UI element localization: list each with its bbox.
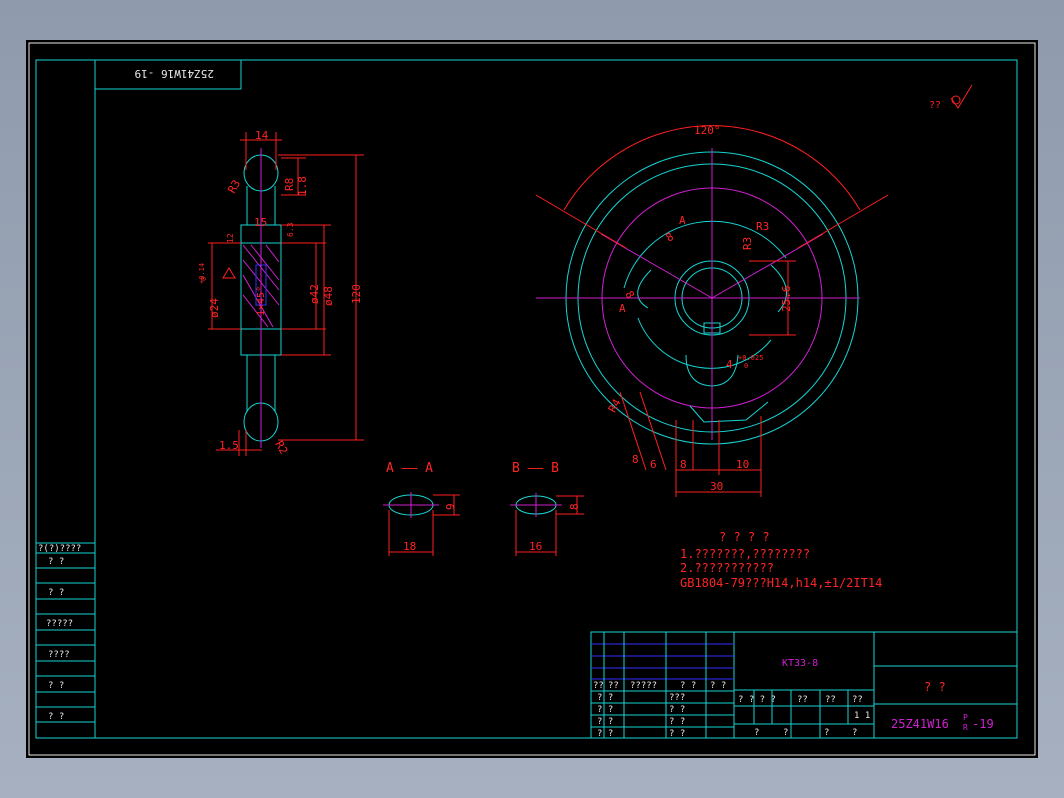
- dim-chamfer: 1×45°: [256, 286, 267, 316]
- surface-mark: ??: [929, 100, 941, 111]
- tb-bottom-3: ?: [852, 728, 857, 738]
- part-number-sup: P: [963, 713, 968, 722]
- note-3: GB1804-79???H14,h14,±1/2IT14: [680, 576, 882, 590]
- dim-tol-0: 0: [744, 362, 748, 370]
- dim-phi42: ø42: [308, 284, 321, 304]
- tb-head-4: ? ?: [710, 681, 726, 691]
- dim-r2: R2: [272, 439, 290, 457]
- tb-bottom-0: ?: [754, 728, 759, 738]
- tb-mid-0: ???: [669, 693, 685, 703]
- dim-8-c: 8: [632, 453, 639, 466]
- dim-phi48: ø48: [322, 286, 335, 306]
- section-a-label: A —— A: [386, 461, 433, 476]
- section-b: B —— B 16 8: [510, 461, 584, 556]
- tb-mid-2: ? ?: [669, 717, 685, 727]
- part-number: 25Z41W16: [891, 717, 949, 731]
- front-view: 120° R3 R3 8 8 R4 25.6 +0.025 0 4 A A 8 …: [535, 124, 889, 497]
- section-a-height: 9: [444, 503, 457, 510]
- strip-label-0: ?(?)????: [38, 544, 81, 554]
- strip-label-1: ? ?: [48, 557, 64, 567]
- strip-label-5: ? ?: [48, 681, 64, 691]
- tb-scale: 1 1: [854, 711, 870, 721]
- dim-phi24: ø24: [208, 298, 221, 318]
- dim-30: 30: [710, 480, 723, 493]
- dim-14: 14: [255, 129, 269, 142]
- dim-8-b: 8: [622, 289, 637, 301]
- technical-notes: ? ? ? ? 1.???????,???????? 2.???????????…: [680, 530, 882, 590]
- dim-120-deg: 120°: [694, 124, 721, 137]
- dim-tol-low: 0: [200, 277, 208, 281]
- tb-bottom-2: ?: [824, 728, 829, 738]
- strip-label-6: ? ?: [48, 712, 64, 722]
- section-b-label: B —— B: [512, 461, 559, 476]
- dim-1-5: 1.5: [219, 439, 239, 452]
- tb-bottom-1: ?: [783, 728, 788, 738]
- tb-stage-2: ??: [825, 695, 836, 705]
- tb-mid-1: ? ?: [669, 705, 685, 715]
- dim-12: 12: [226, 233, 235, 243]
- tb-head-1: ??: [608, 681, 619, 691]
- dim-r8: R8: [283, 178, 296, 191]
- tb-head-3: ? ?: [680, 681, 696, 691]
- tb-left-2: ? ?: [597, 717, 613, 727]
- mirrored-stamp: 25Z41W16 -19: [135, 67, 214, 80]
- tb-left-0: ? ?: [597, 693, 613, 703]
- strip-label-2: ? ?: [48, 588, 64, 598]
- drawing-sheet: 25Z41W16 -19 ?(?)???? ? ? ? ? ????? ????…: [26, 40, 1038, 758]
- dim-15: 15: [254, 216, 267, 229]
- section-a-mark-2: A: [619, 302, 626, 315]
- dim-8-a: 8: [664, 230, 676, 245]
- part-name: ? ?: [924, 680, 946, 694]
- note-1: 1.???????,????????: [680, 547, 810, 561]
- dim-25-6: 25.6: [780, 286, 793, 313]
- left-strip: ?(?)???? ? ? ? ? ????? ???? ? ? ? ?: [36, 542, 95, 723]
- outer-border: [28, 42, 1036, 756]
- dim-120: 120: [350, 284, 363, 304]
- section-b-width: 16: [529, 540, 542, 553]
- tb-head-0: ??: [593, 681, 604, 691]
- dim-r3: R3: [225, 178, 243, 196]
- part-number-suffix: -19: [972, 717, 994, 731]
- tb-stage-1: ??: [797, 695, 808, 705]
- notes-header: ? ? ? ?: [719, 530, 770, 544]
- strip-label-4: ????: [48, 650, 70, 660]
- dim-10: 10: [736, 458, 749, 471]
- strip-label-3: ?????: [46, 619, 73, 629]
- tb-mid-3: ? ?: [669, 729, 685, 739]
- section-a: A —— A 18 9: [383, 461, 460, 556]
- inner-border: [35, 59, 1018, 739]
- tb-head-2: ?????: [630, 681, 657, 691]
- dim-r3-b: R3: [741, 237, 754, 250]
- note-2: 2.???????????: [680, 561, 774, 575]
- cad-drawing: 25Z41W16 -19 ?(?)???? ? ? ? ? ????? ????…: [28, 42, 1036, 756]
- section-a-width: 18: [403, 540, 416, 553]
- dim-tol-025: +0.025: [738, 354, 763, 362]
- section-a-mark-1: A: [679, 214, 686, 227]
- dim-r3-a: R3: [756, 220, 769, 233]
- drawing-code: KT33-8: [782, 658, 818, 669]
- tb-stage-3: ??: [852, 695, 863, 705]
- dim-6: 6: [650, 458, 657, 471]
- dim-4: 4: [726, 358, 733, 371]
- tb-left-3: ? ?: [597, 729, 613, 739]
- section-b-height: 8: [568, 503, 581, 510]
- dim-8-d: 8: [680, 458, 687, 471]
- side-view: 14 R3 R8 1.8 15 12 6.3 ø24 +0.14 0 1×45°…: [198, 129, 364, 457]
- tb-left-1: ? ?: [597, 705, 613, 715]
- tb-stage-0: ? ? ? ?: [738, 695, 776, 705]
- title-block: ?? ?? ????? ? ? ? ? ? ? ? ? ? ? ? ? ??? …: [590, 631, 1018, 739]
- dim-1-8: 1.8: [296, 176, 309, 196]
- part-number-sub: R: [963, 723, 968, 732]
